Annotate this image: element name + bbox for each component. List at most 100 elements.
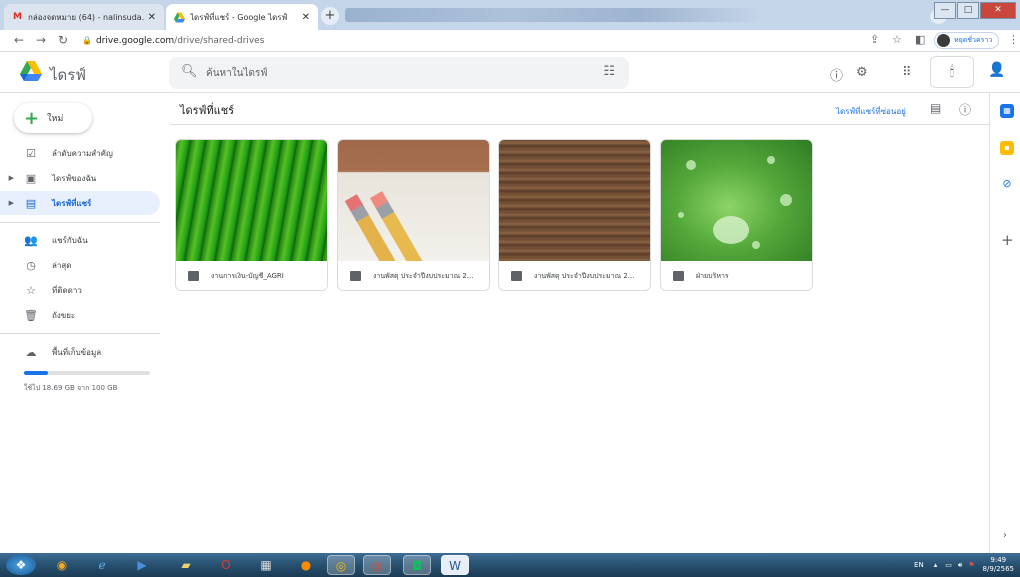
sidebar-item-shared-drives[interactable]: ▶ ▤ ไดรฟ์ที่แชร์ <box>0 191 160 215</box>
language-indicator[interactable]: EN <box>914 561 924 569</box>
shared-drive-icon <box>511 271 522 281</box>
chevron-right-icon[interactable]: › <box>1003 530 1007 541</box>
sidebar-item-label: ไดรฟ์ของฉัน <box>52 173 97 183</box>
keep-icon[interactable]: ▪ <box>1000 141 1014 155</box>
bookmark-star-icon[interactable]: ☆ <box>892 33 902 46</box>
profile-button[interactable]: หยุดชั่วคราว <box>934 32 1000 49</box>
sidebar-item-trash[interactable]: 🗑 ถังขยะ <box>0 303 160 327</box>
help-icon[interactable]: ⓘ <box>830 65 843 84</box>
app-name[interactable]: ไดรฟ์ <box>50 63 86 87</box>
url-field[interactable]: 🔒 drive.google.com/drive/shared-drives <box>82 32 867 50</box>
page-title: ไดรฟ์ที่แชร์ <box>180 104 235 117</box>
side-panel-icon[interactable]: ◧ <box>915 33 925 46</box>
sidebar-item-label: ลำดับความสำคัญ <box>52 148 113 158</box>
drive-thumbnail <box>661 140 812 261</box>
list-view-icon[interactable]: ▤ <box>930 101 941 115</box>
tray-expand-icon[interactable]: ▴ <box>934 561 938 569</box>
calculator-icon[interactable]: ▦ <box>252 555 280 575</box>
shared-drive-icon <box>673 271 684 281</box>
ie-icon[interactable]: ℯ <box>88 555 116 575</box>
gmail-icon: M <box>13 11 22 22</box>
tab-gmail[interactable]: M กล่องจดหมาย (64) - nalinsuda.p ✕ <box>4 4 164 30</box>
my-drive-icon: ▣ <box>25 171 37 185</box>
add-addon-icon[interactable]: + <box>1001 231 1014 249</box>
shared-drive-card[interactable]: งานพัสดุ ประจำปีงบประมาณ 2... <box>337 139 490 291</box>
profile-label: หยุดชั่วคราว <box>954 36 993 44</box>
shared-drive-icon <box>350 271 361 281</box>
hidden-shared-drives-link[interactable]: ไดรฟ์ที่แชร์ที่ซ่อนอยู่ <box>836 105 906 118</box>
expand-arrow-icon[interactable]: ▶ <box>0 199 14 207</box>
opera-icon[interactable]: O <box>212 555 240 575</box>
drive-name: งานพัสดุ ประจำปีงบประมาณ 2... <box>373 271 474 280</box>
drive-thumbnail <box>338 140 489 280</box>
organization-logo[interactable]: 🕯 <box>930 56 974 88</box>
minimize-button[interactable]: — <box>934 2 956 19</box>
search-input[interactable]: ค้นหาในไดรฟ์ <box>206 66 267 81</box>
storage-progress-bar <box>24 371 150 375</box>
sidebar-item-storage[interactable]: ☁ พื้นที่เก็บข้อมูล <box>0 340 160 364</box>
sidebar-item-my-drive[interactable]: ▶ ▣ ไดรฟ์ของฉัน <box>0 166 160 190</box>
search-bar[interactable]: 🔍︎ ค้นหาในไดรฟ์ ☷ <box>169 57 629 89</box>
tab-google-drive[interactable]: ไดรฟ์ที่แชร์ - Google ไดรฟ์ ✕ <box>166 4 318 30</box>
clock-time: 9:49 <box>990 556 1007 564</box>
clock-date: 8/9/2565 <box>982 565 1014 573</box>
clock[interactable]: 9:49 8/9/2565 <box>975 556 1020 574</box>
window-close-button[interactable]: ✕ <box>980 2 1016 19</box>
clock-icon: ◷ <box>26 258 36 272</box>
tasks-icon[interactable]: ⊘ <box>1000 177 1014 191</box>
url-domain: drive.google.com <box>95 36 175 46</box>
new-label: ใหม่ <box>47 114 64 124</box>
tab-title: กล่องจดหมาย (64) - nalinsuda.p <box>28 12 144 22</box>
file-explorer-icon[interactable]: ▰ <box>172 555 200 575</box>
window-controls: — □ ✕ <box>933 2 1016 19</box>
reload-icon[interactable]: ↻ <box>58 33 68 47</box>
storage-usage-text: ใช้ไป 18.69 GB จาก 100 GB <box>24 384 118 392</box>
forward-icon[interactable]: → <box>36 33 46 47</box>
drive-header: ไดรฟ์ 🔍︎ ค้นหาในไดรฟ์ ☷ ⓘ ⚙ ⠿ 🕯 👤 <box>0 53 1020 93</box>
drive-name: งานพัสดุ ประจำปีงบประมาณ 2... <box>534 271 635 280</box>
drive-thumbnail <box>499 140 650 261</box>
info-icon[interactable]: ⓘ <box>959 101 971 118</box>
calendar-icon[interactable]: ▦ <box>1000 104 1014 118</box>
pencils-image <box>344 191 428 280</box>
new-button[interactable]: + ใหม่ <box>14 103 92 133</box>
network-icon[interactable]: ▭ <box>945 561 952 569</box>
chrome-icon[interactable]: ◎ <box>327 555 355 575</box>
account-avatar[interactable]: 👤 <box>988 62 1008 82</box>
search-icon[interactable]: 🔍︎ <box>181 64 198 79</box>
settings-icon[interactable]: ⚙ <box>856 65 868 80</box>
taskbar-app-icon[interactable]: ◉ <box>48 555 76 575</box>
firefox-icon[interactable]: ● <box>292 555 320 575</box>
system-tray: EN ▴ ▭ 🔊︎ ⚑ 9:49 8/9/2565 <box>914 553 1020 577</box>
new-tab-button[interactable]: + <box>321 7 339 25</box>
shared-drive-card[interactable]: งานการเงิน-บัญชี_AGRI <box>175 139 328 291</box>
volume-icon[interactable]: 🔊︎ <box>958 561 962 570</box>
google-drive-logo[interactable] <box>20 61 42 81</box>
sidebar-item-label: พื้นที่เก็บข้อมูล <box>52 347 102 357</box>
address-bar-row: ← → ↻ 🔒 drive.google.com/drive/shared-dri… <box>0 30 1020 52</box>
shared-drive-card[interactable]: ฝ่ายบริหาร <box>660 139 813 291</box>
sidebar-item-priority[interactable]: ☑ ลำดับความสำคัญ <box>0 141 160 165</box>
media-player-icon[interactable]: ▶ <box>128 555 156 575</box>
divider <box>0 222 160 223</box>
close-icon[interactable]: ✕ <box>302 12 310 23</box>
start-button[interactable]: ❖ <box>6 555 36 575</box>
maximize-button[interactable]: □ <box>957 2 979 19</box>
expand-arrow-icon[interactable]: ▶ <box>0 174 14 182</box>
sidebar-item-starred[interactable]: ☆ ที่ติดดาว <box>0 278 160 302</box>
back-icon[interactable]: ← <box>14 33 24 47</box>
line-icon[interactable]: ◘ <box>403 555 431 575</box>
word-icon[interactable]: W <box>441 555 469 575</box>
shared-drive-card[interactable]: งานพัสดุ ประจำปีงบประมาณ 2... <box>498 139 651 291</box>
browser-menu-icon[interactable]: ⋮ <box>1008 33 1019 46</box>
share-icon[interactable]: ⇪ <box>870 33 879 46</box>
windows-taskbar: ❖ ◉ ℯ ▶ ▰ O ▦ ● ◎ ◎ ◘ W EN ▴ ▭ 🔊︎ ⚑ 9:49… <box>0 553 1020 577</box>
sidebar-item-recent[interactable]: ◷ ล่าสุด <box>0 253 160 277</box>
close-icon[interactable]: ✕ <box>148 12 156 23</box>
sidebar-item-shared-with-me[interactable]: 👥 แชร์กับฉัน <box>0 228 160 252</box>
drive-name: ฝ่ายบริหาร <box>696 271 729 280</box>
apps-grid-icon[interactable]: ⠿ <box>902 65 912 80</box>
search-options-icon[interactable]: ☷ <box>603 64 615 79</box>
divider <box>170 124 990 125</box>
chrome-alt-icon[interactable]: ◎ <box>363 555 391 575</box>
